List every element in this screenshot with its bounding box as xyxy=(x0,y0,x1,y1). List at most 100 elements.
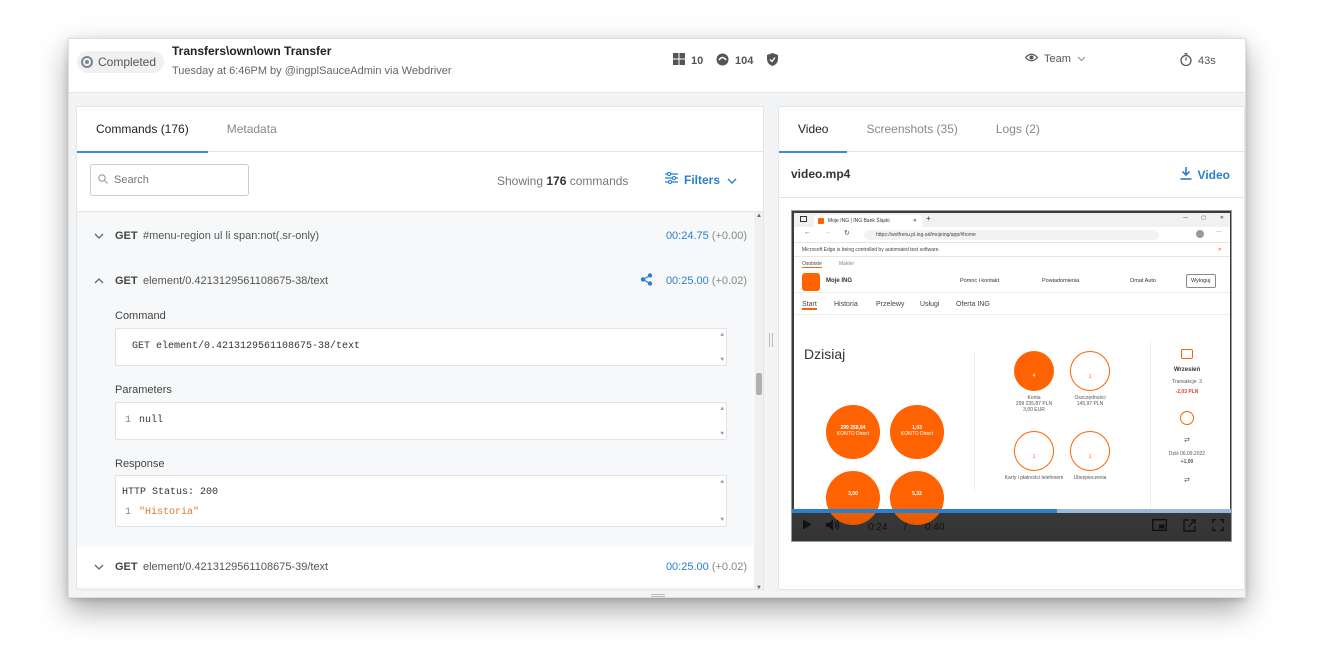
left-tabs: Commands (176) Metadata xyxy=(77,107,763,153)
tile-circle: 1 xyxy=(1070,351,1110,391)
tile-circle: 1 xyxy=(1070,431,1110,471)
scrollbar-thumb[interactable] xyxy=(756,373,762,395)
command-row[interactable]: GET #menu-region ul li span:not(.sr-only… xyxy=(77,216,753,256)
search-box[interactable] xyxy=(90,164,249,196)
chevron-up-icon[interactable] xyxy=(94,276,104,287)
scroll-up-icon[interactable]: ▲ xyxy=(720,405,724,412)
balance-circle: 1,03 KONTO Direct xyxy=(890,405,944,459)
command-method: GET xyxy=(115,561,138,573)
scroll-down-icon[interactable]: ▼ xyxy=(720,356,724,363)
video-player[interactable]: Moje ING | ING Bank Śląski ✕ + — ▢ ✕ ← →… xyxy=(791,210,1232,542)
status-badge: Completed xyxy=(77,51,165,73)
response-line: 1 "Historia" xyxy=(122,503,726,523)
ing-brand: Moje ING xyxy=(826,278,853,284)
video-file-name: video.mp4 xyxy=(791,167,851,181)
search-row: Showing 176 commands Filters xyxy=(77,152,763,212)
play-icon[interactable] xyxy=(802,519,812,533)
ing-top-link-broker: Makler xyxy=(839,261,855,267)
job-title: Transfers\own\own Transfer xyxy=(172,44,332,58)
tab-logs[interactable]: Logs (2) xyxy=(977,107,1059,152)
os-stat: 10 xyxy=(673,53,703,68)
command-list-scrollbar[interactable]: ▲ ▼ xyxy=(754,213,763,589)
bottom-resize-handle[interactable] xyxy=(651,594,665,597)
video-header: video.mp4 Video xyxy=(779,152,1244,198)
parameters-code-box[interactable]: 1 null ▲ ▼ xyxy=(115,402,727,440)
browser-url: https://wolfrenu.pl.ing-ad/mojeing/app/#… xyxy=(864,230,1159,240)
automation-info-text: Microsoft Edge is being controlled by au… xyxy=(802,247,940,253)
volume-icon[interactable] xyxy=(826,519,840,534)
close-tab-icon: ✕ xyxy=(912,218,917,224)
scroll-up-icon[interactable]: ▲ xyxy=(756,213,762,219)
video-progress-bar[interactable] xyxy=(792,509,1231,513)
command-method: GET xyxy=(115,275,138,287)
tab-screenshots[interactable]: Screenshots (35) xyxy=(847,107,976,152)
browser-url-text: https://wolfrenu.pl.ing-ad/mojeing/app/#… xyxy=(876,232,976,238)
windows-icon xyxy=(673,53,685,68)
response-status: HTTP Status: 200 xyxy=(122,487,219,498)
eye-icon xyxy=(1024,53,1039,65)
chevron-down-icon[interactable] xyxy=(94,562,104,573)
scroll-down-icon[interactable]: ▼ xyxy=(720,516,724,524)
tile-sub: 3,00 EUR xyxy=(1023,407,1045,413)
parameters-section-label: Parameters xyxy=(115,384,172,396)
command-code-box[interactable]: GET element/0.4213129561108675-38/text ▲… xyxy=(115,328,727,366)
video-progress-fill xyxy=(792,509,1057,513)
panel-resize-handle[interactable] xyxy=(769,333,773,347)
scroll-down-icon[interactable]: ▼ xyxy=(756,585,762,589)
command-time[interactable]: 00:25.00 (+0.02) xyxy=(666,275,747,287)
ing-tab-services: Usługi xyxy=(920,301,940,308)
ing-top-links: Osobiste Makler xyxy=(794,257,1230,271)
scroll-down-icon[interactable]: ▼ xyxy=(720,430,724,437)
job-header: Completed Transfers\own\own Transfer Tue… xyxy=(69,39,1245,93)
picture-in-picture-icon[interactable] xyxy=(1151,518,1168,534)
team-visibility-dropdown[interactable]: Team xyxy=(1024,53,1086,65)
automation-info-bar: Microsoft Edge is being controlled by au… xyxy=(794,243,1230,257)
tab-metadata[interactable]: Metadata xyxy=(208,107,296,152)
chevron-down-icon[interactable] xyxy=(94,231,104,242)
command-row-expanded[interactable]: GET element/0.4213129561108675-38/text 0… xyxy=(77,261,753,301)
ing-page-title: Dzisiaj xyxy=(804,346,846,362)
command-timestamp[interactable]: 00:24.75 xyxy=(666,230,709,242)
side-amount: -2,03 PLN xyxy=(1175,389,1199,395)
showing-suffix: commands xyxy=(566,174,629,188)
filters-button[interactable]: Filters xyxy=(665,171,737,187)
browser-address-bar: ← → ↻ https://wolfrenu.pl.ing-ad/mojeing… xyxy=(794,227,1230,243)
response-code-box[interactable]: HTTP Status: 200 1 "Historia" ▲ ▼ xyxy=(115,475,727,527)
parameters-code: null xyxy=(139,415,164,426)
download-video-button[interactable]: Video xyxy=(1180,167,1230,183)
team-label: Team xyxy=(1044,53,1071,65)
search-input[interactable] xyxy=(114,174,234,186)
tile-count: 1 xyxy=(1032,454,1036,460)
sliders-icon xyxy=(665,171,678,187)
tile-count: 1 xyxy=(1088,374,1092,380)
fullscreen-icon[interactable] xyxy=(1212,519,1224,534)
ing-tab-history: Historia xyxy=(834,301,858,308)
command-row[interactable]: GET element/0.4213129561108675-39/text 0… xyxy=(77,547,753,587)
app-frame: Completed Transfers\own\own Transfer Tue… xyxy=(68,38,1246,598)
command-timestamp[interactable]: 00:25.00 xyxy=(666,275,709,287)
scroll-up-icon[interactable]: ▲ xyxy=(720,478,724,486)
tile-caption: Ubezpieczenia xyxy=(1055,475,1125,481)
side-amount-entry: +1,00 xyxy=(1180,459,1194,465)
scroll-up-icon[interactable]: ▲ xyxy=(720,331,724,338)
ing-nav-notifications: Powiadomienia xyxy=(1042,278,1080,284)
window-icon xyxy=(800,216,807,222)
tab-commands[interactable]: Commands (176) xyxy=(77,107,208,153)
edge-icon xyxy=(716,53,729,69)
tab-video[interactable]: Video xyxy=(779,107,848,153)
open-external-icon[interactable] xyxy=(1183,519,1196,535)
calendar-icon xyxy=(1181,349,1193,359)
browser-tab-bar: Moje ING | ING Bank Śląski ✕ + — ▢ ✕ xyxy=(794,213,1230,227)
share-icon[interactable] xyxy=(640,273,653,289)
command-target: element/0.4213129561108675-39/text xyxy=(143,561,329,573)
command-method: GET xyxy=(115,230,138,242)
tile-count: 4 xyxy=(1032,373,1036,379)
command-time[interactable]: 00:25.00 (+0.02) xyxy=(666,561,747,573)
chevron-down-icon xyxy=(727,173,737,187)
close-window-icon: ✕ xyxy=(1219,215,1224,221)
video-frame: Moje ING | ING Bank Śląski ✕ + — ▢ ✕ ← →… xyxy=(794,213,1230,525)
command-timestamp[interactable]: 00:25.00 xyxy=(666,561,709,573)
command-time[interactable]: 00:24.75 (+0.00) xyxy=(666,230,747,242)
command-delta: (+0.02) xyxy=(711,561,747,573)
ing-logout-button: Wyloguj xyxy=(1186,274,1216,288)
